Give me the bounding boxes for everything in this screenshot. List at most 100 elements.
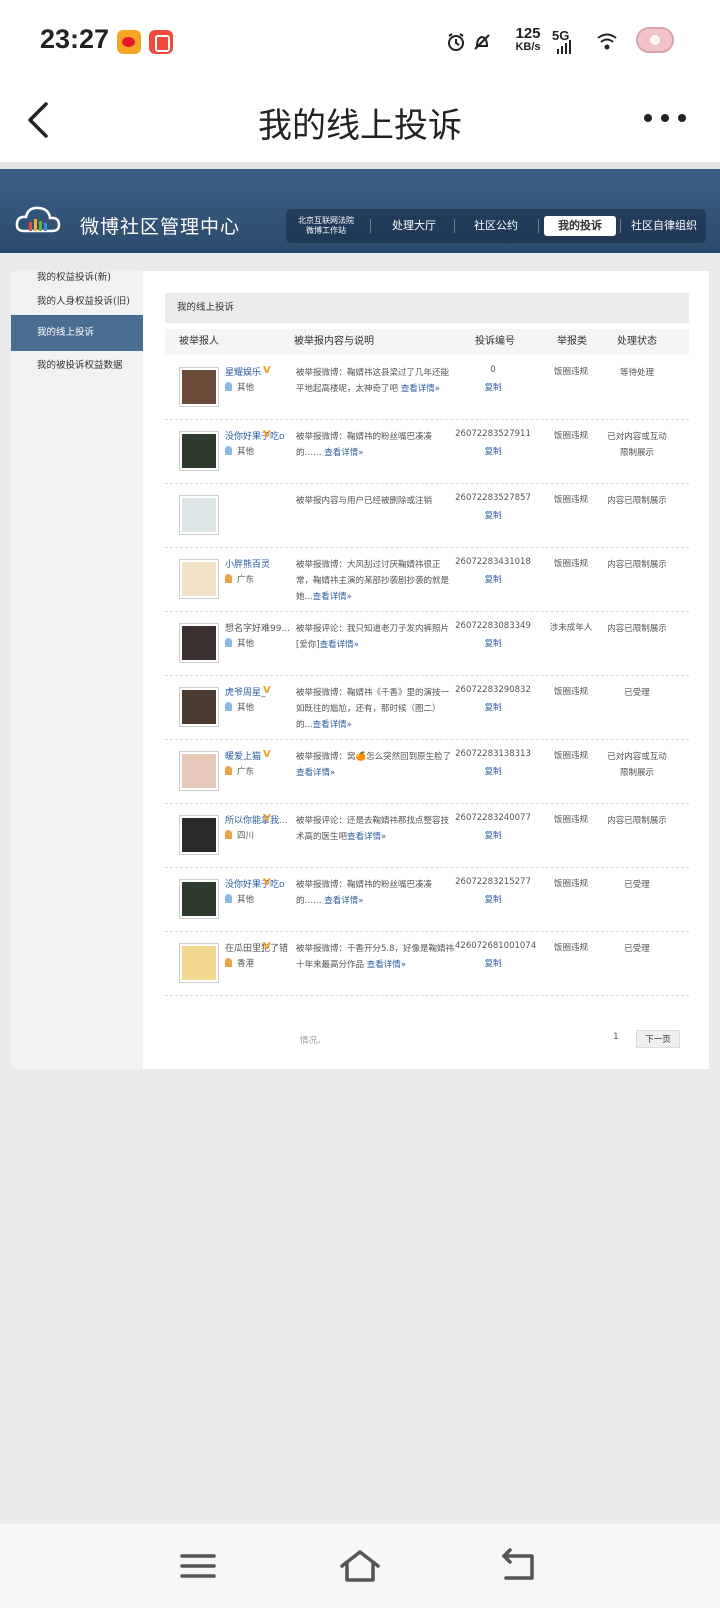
copy-id-button[interactable]: 复制 bbox=[455, 509, 531, 521]
complaint-description: 被举报微博：鞠婧祎的粉丝嘴巴凑凑的…… 查看详情» bbox=[296, 429, 456, 461]
view-details-link[interactable]: 查看详情» bbox=[367, 960, 406, 970]
reported-user-name[interactable]: 所以你能拿我... bbox=[225, 813, 295, 826]
copy-id-button[interactable]: 复制 bbox=[455, 765, 531, 777]
verified-badge-icon: V bbox=[263, 813, 271, 824]
back-nav-icon[interactable] bbox=[498, 1546, 542, 1586]
view-details-link[interactable]: 查看详情» bbox=[347, 832, 386, 842]
avatar-image bbox=[182, 626, 216, 660]
copy-id-button[interactable]: 复制 bbox=[455, 829, 531, 841]
sidebar-item-online-complaints[interactable]: 我的线上投诉 bbox=[11, 315, 143, 351]
process-status: 已对内容或互动限制展示 bbox=[607, 752, 667, 778]
avatar[interactable] bbox=[179, 495, 219, 535]
content-title: 我的线上投诉 bbox=[165, 293, 689, 323]
user-region: 其他 bbox=[225, 445, 254, 457]
avatar[interactable] bbox=[179, 559, 219, 599]
nav-community-convention[interactable]: 社区公约 bbox=[458, 209, 534, 243]
sidebar-item-complained-data[interactable]: 我的被投诉权益数据 bbox=[11, 355, 143, 391]
process-status: 内容已限制展示 bbox=[607, 560, 667, 570]
report-type: 饭圈违规 bbox=[553, 367, 588, 377]
description-text: 被举报微博：鞠婧祎的粉丝嘴巴凑凑的…… bbox=[296, 432, 433, 458]
sidebar: 我的权益投诉(新) 我的人身权益投诉(旧) 我的线上投诉 我的被投诉权益数据 bbox=[11, 271, 143, 1069]
reported-user-name[interactable]: 暖爱上猫 bbox=[225, 749, 295, 762]
report-type: 饭圈违规 bbox=[553, 495, 588, 505]
user-region: 广东 bbox=[225, 573, 254, 585]
user-icon bbox=[225, 382, 232, 391]
home-icon[interactable] bbox=[338, 1546, 382, 1586]
complaint-description: 被举报微博：千香开分5.8，好像是鞠婧祎十年来最高分作品 查看详情» bbox=[296, 941, 456, 973]
user-icon bbox=[225, 446, 232, 455]
wifi-icon bbox=[597, 33, 617, 50]
court-workstation-link[interactable]: 北京互联网法院 微博工作站 bbox=[290, 209, 362, 243]
reported-user-name[interactable]: 小胖熊百灵 bbox=[225, 557, 295, 570]
user-icon bbox=[225, 766, 232, 775]
footer-note: 情况。 bbox=[300, 1036, 326, 1046]
report-type: 饭圈违规 bbox=[553, 879, 588, 889]
nav-self-regulation[interactable]: 社区自律组织 bbox=[624, 209, 704, 243]
user-region: 香港 bbox=[225, 957, 254, 969]
reported-user-name[interactable]: 在瓜田里犯了错 bbox=[225, 941, 295, 954]
page-number[interactable]: 1 bbox=[613, 1032, 619, 1042]
nav-processing-hall[interactable]: 处理大厅 bbox=[376, 209, 452, 243]
table-row: 想名字好难99... 其他 被举报评论：我只知道老刀子发内裤照片[爱你]查看详情» 2… bbox=[165, 611, 689, 676]
copy-id-button[interactable]: 复制 bbox=[455, 573, 531, 585]
region-label: 香港 bbox=[237, 959, 255, 969]
table-row: 没你好果子吃o V 其他 被举报微博：鞠婧祎的粉丝嘴巴凑凑的…… 查看详情» 26072… bbox=[165, 419, 689, 484]
complaint-id: 26072283215277 bbox=[455, 877, 531, 887]
cloud-logo-icon bbox=[15, 206, 61, 233]
reported-user-name[interactable]: 星耀娱乐 bbox=[225, 365, 295, 378]
complaint-description: 被举报微博：鞠婧祎的粉丝嘴巴凑凑的…… 查看详情» bbox=[296, 877, 456, 909]
copy-id-button[interactable]: 复制 bbox=[455, 637, 531, 649]
avatar-image bbox=[182, 434, 216, 468]
avatar[interactable] bbox=[179, 367, 219, 407]
column-content: 被举报内容与说明 bbox=[294, 336, 374, 347]
complaint-id: 26072283240077 bbox=[455, 813, 531, 823]
menu-icon[interactable] bbox=[176, 1546, 220, 1586]
description-text: 被举报微博：窝🍊怎么突然回到原生脸了 bbox=[296, 752, 452, 762]
region-label: 广东 bbox=[237, 767, 255, 777]
region-label: 其他 bbox=[237, 703, 255, 713]
avatar[interactable] bbox=[179, 943, 219, 983]
complaint-id: 26072283290832 bbox=[455, 685, 531, 695]
reported-user-name[interactable]: 想名字好难99... bbox=[225, 621, 295, 634]
verified-badge-icon: V bbox=[263, 877, 271, 888]
description-text: 被举报内容与用户已经被删除或注销 bbox=[296, 496, 433, 506]
region-label: 其他 bbox=[237, 383, 255, 393]
copy-id-button[interactable]: 复制 bbox=[455, 957, 531, 969]
status-time: 23:27 bbox=[40, 24, 110, 54]
view-details-link[interactable]: 查看详情» bbox=[320, 640, 359, 650]
user-region: 其他 bbox=[225, 637, 254, 649]
avatar[interactable] bbox=[179, 751, 219, 791]
avatar[interactable] bbox=[179, 687, 219, 727]
process-status: 内容已限制展示 bbox=[607, 496, 667, 506]
view-details-link[interactable]: 查看详情» bbox=[324, 896, 363, 906]
copy-id-button[interactable]: 复制 bbox=[455, 701, 531, 713]
complaint-id: 26072283138313 bbox=[455, 749, 531, 759]
signal-icon bbox=[557, 40, 571, 54]
nav-my-complaints[interactable]: 我的投诉 bbox=[544, 216, 616, 236]
user-region: 其他 bbox=[225, 893, 254, 905]
next-page-button[interactable]: 下一页 bbox=[636, 1030, 680, 1048]
avatar-image bbox=[182, 946, 216, 980]
weibo-app-icon bbox=[117, 30, 141, 54]
copy-id-button[interactable]: 复制 bbox=[455, 381, 531, 393]
view-details-link[interactable]: 查看详情» bbox=[324, 448, 363, 458]
view-details-link[interactable]: 查看详情» bbox=[401, 384, 440, 394]
view-details-link[interactable]: 查看详情» bbox=[313, 720, 352, 730]
copy-id-button[interactable]: 复制 bbox=[455, 893, 531, 905]
reported-user-name[interactable]: 没你好果子吃o bbox=[225, 877, 295, 890]
reported-user-name[interactable]: 没你好果子吃o bbox=[225, 429, 295, 442]
reported-user-name[interactable]: 虎爷周星_ bbox=[225, 685, 295, 698]
avatar[interactable] bbox=[179, 815, 219, 855]
user-icon bbox=[225, 830, 232, 839]
more-options-icon[interactable] bbox=[640, 108, 690, 128]
avatar[interactable] bbox=[179, 879, 219, 919]
avatar[interactable] bbox=[179, 431, 219, 471]
battery-icon bbox=[636, 27, 674, 53]
view-details-link[interactable]: 查看详情» bbox=[313, 592, 352, 602]
table-row: 星耀娱乐 V 其他 被举报微博：鞠婧祎这县梁过了几年还能平地起高楼呢，太神奇了吧 查看… bbox=[165, 355, 689, 420]
avatar[interactable] bbox=[179, 623, 219, 663]
table-row: 没你好果子吃o V 其他 被举报微博：鞠婧祎的粉丝嘴巴凑凑的…… 查看详情» 26072… bbox=[165, 867, 689, 932]
complaint-description: 被举报微博：大风刮过讨厌鞠婧祎很正常，鞠婧祎主演的某部抄袭剧抄袭的就是她...查… bbox=[296, 557, 456, 605]
copy-id-button[interactable]: 复制 bbox=[455, 445, 531, 457]
view-details-link[interactable]: 查看详情» bbox=[296, 768, 335, 778]
